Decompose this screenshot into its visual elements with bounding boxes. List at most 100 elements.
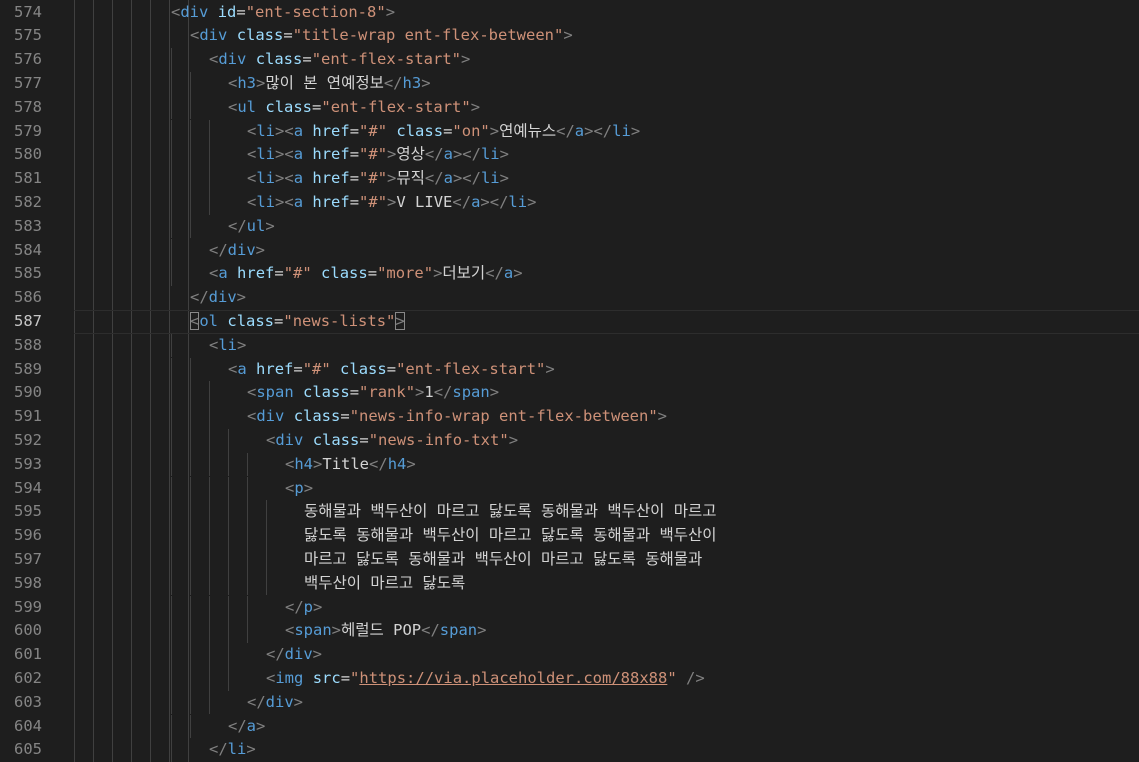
string-value: "#" [359, 145, 388, 164]
tag-name: span [439, 621, 478, 640]
bracket: ></ [480, 192, 509, 211]
attribute-name: href [312, 192, 350, 211]
code-content: </a> [228, 715, 265, 739]
equals-sign: = [349, 121, 360, 140]
tag-name: a [293, 169, 304, 188]
indent-guide-segment [190, 405, 191, 429]
indent-guide-segment [171, 690, 172, 715]
line-number: 598 [14, 573, 42, 592]
bracket: < [190, 26, 200, 45]
line-number: 592 [14, 430, 42, 449]
tag-name: div [284, 645, 313, 664]
string-value: "news-lists" [283, 311, 396, 330]
indent-guide-segment [171, 190, 172, 215]
equals-sign: = [349, 145, 360, 164]
bracket: >< [275, 192, 294, 211]
tag-name: span [452, 383, 490, 402]
line-number: 581 [14, 169, 42, 188]
code-content: <ol class="news-lists"> [190, 310, 405, 334]
tag-name: div [227, 240, 256, 259]
text-content [218, 312, 227, 330]
indent-guide-segment [247, 619, 248, 644]
string-value: "#" [359, 169, 388, 188]
indent-guide-segment [228, 524, 229, 548]
string-value: "on" [452, 121, 490, 140]
indent-guide-segment [190, 643, 191, 667]
bracket: > [256, 73, 266, 92]
attribute-name: class [396, 121, 444, 140]
tag-name: div [199, 26, 228, 45]
bracket: /> [686, 668, 705, 687]
url-link[interactable]: https://via.placeholder.com/88x88 [359, 669, 667, 687]
text-content: 1 [424, 383, 434, 402]
bracket: > [385, 2, 396, 21]
tag-name: a [503, 264, 514, 283]
indent-guide-segment [209, 571, 210, 596]
tag-name: li [256, 169, 276, 188]
code-line[interactable]: 586 </div> [0, 286, 1139, 310]
bracket: > [415, 383, 425, 402]
tag-name: ul [237, 97, 257, 116]
bracket: > [313, 597, 323, 616]
attribute-name: href [256, 359, 294, 378]
line-number: 585 [14, 264, 42, 283]
code-line[interactable]: 587 <ol class="news-lists"> [0, 309, 1139, 334]
indent-guide-segment [171, 500, 172, 525]
bracket: > [508, 430, 519, 449]
bracket: > [387, 169, 397, 188]
line-number: 586 [14, 288, 42, 307]
text-content [303, 431, 312, 449]
attribute-name: class [265, 97, 313, 116]
tag-name: li [256, 192, 276, 211]
string-value: "ent-section-8" [245, 2, 386, 21]
string-value: "more" [377, 264, 434, 283]
bracket: < [247, 407, 257, 426]
bracket: > [657, 407, 667, 426]
indent-guide-segment [228, 619, 229, 644]
code-line[interactable]: 574 <div id="ent-section-8"> [0, 1, 1139, 25]
bracket: > [246, 740, 256, 759]
bracket: < [247, 192, 257, 211]
line-number: 578 [14, 97, 42, 116]
code-content: <ul class="ent-flex-start"> [228, 96, 480, 120]
tag-name: a [293, 121, 304, 140]
code-content: </li> [209, 738, 256, 762]
bracket: > [313, 454, 323, 473]
tag-name: div [265, 692, 294, 711]
tag-name: a [246, 716, 257, 735]
equals-sign: = [274, 264, 284, 283]
indent-guide-segment [190, 619, 191, 644]
line-number: 576 [14, 50, 42, 69]
code-line[interactable]: 575 <div class="title-wrap ent-flex-betwe… [0, 24, 1139, 48]
indent-guide-segment [171, 666, 172, 691]
bracket: </ [424, 169, 444, 188]
tag-name: h3 [237, 73, 257, 92]
bracket: > [499, 145, 509, 164]
bracket: > [499, 169, 509, 188]
tag-name: div [180, 2, 209, 21]
attribute-name: class [227, 311, 275, 330]
indent-guide-segment [247, 524, 248, 548]
indent-guide-segment [209, 143, 210, 168]
indent-guide-segment [190, 666, 191, 691]
tag-name: a [443, 169, 453, 188]
code-editor[interactable]: 574 <div id="ent-section-8"> 575 <div class… [0, 0, 1139, 762]
string-value: " [350, 668, 360, 687]
code-content: <div class="ent-flex-start"> [209, 48, 470, 72]
indent-guide-segment [171, 167, 172, 191]
code-content: <img src="https://via.placeholder.com/88… [266, 667, 705, 691]
code-content: 동해물과 백두산이 마르고 닳도록 동해물과 백두산이 마르고 [304, 500, 717, 524]
line-number: 594 [14, 478, 42, 497]
indent-guide-segment [171, 524, 172, 548]
indent-guide-segment [190, 214, 191, 239]
bracket: ></ [452, 145, 481, 164]
string-value: "#" [359, 192, 388, 211]
line-number: 602 [14, 668, 42, 687]
text-content [303, 193, 312, 211]
string-value: " [667, 668, 677, 687]
line-number: 596 [14, 526, 42, 545]
text-content: 닳도록 동해물과 백두산이 마르고 닳도록 동해물과 백두산이 [304, 526, 717, 545]
text-content [303, 145, 312, 163]
code-content: </div> [190, 286, 246, 310]
code-content: <a href="#" class="ent-flex-start"> [228, 358, 555, 382]
